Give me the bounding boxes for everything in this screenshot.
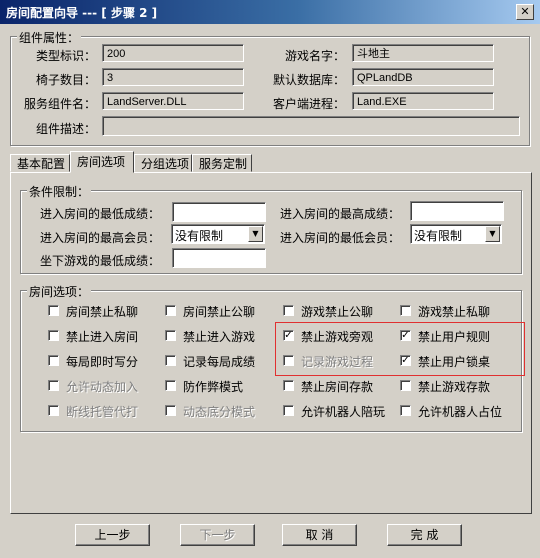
chair-count-field: 3 <box>102 68 244 86</box>
close-icon: ✕ <box>520 5 530 18</box>
checkmark-icon: ✓ <box>283 330 294 341</box>
room-option-label: 禁止房间存款 <box>301 380 374 394</box>
checkbox-box <box>48 380 59 391</box>
min-member-label: 进入房间的最低会员： <box>280 231 401 245</box>
sit-min-score-label: 坐下游戏的最低成绩： <box>40 254 161 268</box>
max-member-value: 没有限制 <box>175 229 224 243</box>
component-desc-label: 组件描述： <box>36 122 97 136</box>
service-component-field: LandServer.DLL <box>102 92 244 110</box>
room-option-label: 断线托管代打 <box>66 405 139 419</box>
checkmark-icon: ✓ <box>400 330 411 341</box>
room-option-label: 记录游戏过程 <box>301 355 374 369</box>
checkbox-box <box>165 305 176 316</box>
client-process-label: 客户端进程： <box>273 97 346 111</box>
max-member-label: 进入房间的最高会员： <box>40 231 161 245</box>
next-button[interactable]: 下一步 <box>180 524 255 546</box>
room-option-label: 游戏禁止公聊 <box>301 305 374 319</box>
room-option-label: 游戏禁止私聊 <box>418 305 491 319</box>
chevron-down-icon[interactable]: ▼ <box>248 226 263 242</box>
tab-service-custom[interactable]: 服务定制 <box>192 154 252 172</box>
min-score-label: 进入房间的最低成绩： <box>40 207 161 221</box>
conditions-legend: 条件限制： <box>27 183 92 200</box>
max-score-input[interactable] <box>410 201 504 221</box>
checkbox-box <box>400 405 411 416</box>
type-id-field: 200 <box>102 44 244 62</box>
checkbox-box <box>48 330 59 341</box>
room-option-label: 禁止用户规则 <box>418 330 491 344</box>
tab-group-options[interactable]: 分组选项 <box>134 154 192 172</box>
room-option-label: 允许机器人陪玩 <box>301 405 386 419</box>
max-score-label: 进入房间的最高成绩： <box>280 207 401 221</box>
room-option-label: 禁止游戏旁观 <box>301 330 374 344</box>
checkbox-box <box>165 330 176 341</box>
room-options-legend: 房间选项： <box>27 283 92 300</box>
room-option-label: 记录每局成绩 <box>183 355 256 369</box>
room-option-label: 允许动态加入 <box>66 380 139 394</box>
checkbox-box <box>165 380 176 391</box>
finish-button[interactable]: 完 成 <box>387 524 462 546</box>
game-name-label: 游戏名字： <box>285 49 346 63</box>
checkbox-box <box>283 355 294 366</box>
checkbox-box <box>165 405 176 416</box>
room-option-label: 禁止用户锁桌 <box>418 355 491 369</box>
min-member-value: 没有限制 <box>414 229 463 243</box>
room-option-label: 防作弊模式 <box>183 380 244 394</box>
min-score-input[interactable] <box>172 202 266 222</box>
checkbox-box <box>48 355 59 366</box>
room-option-label: 房间禁止私聊 <box>66 305 139 319</box>
checkbox-box <box>48 305 59 316</box>
game-name-field: 斗地主 <box>352 44 494 62</box>
checkbox-box <box>400 305 411 316</box>
checkmark-icon: ✓ <box>400 355 411 366</box>
room-option-label: 禁止进入游戏 <box>183 330 256 344</box>
checkbox-box <box>48 405 59 416</box>
window-title: 房间配置向导 --- [ 步骤 2 ] <box>6 6 158 20</box>
room-option-label: 禁止进入房间 <box>66 330 139 344</box>
sit-min-score-input[interactable] <box>172 248 266 268</box>
checkbox-box <box>283 405 294 416</box>
title-bar: 房间配置向导 --- [ 步骤 2 ] ✕ <box>0 0 540 24</box>
chevron-down-icon[interactable]: ▼ <box>485 226 500 242</box>
max-member-select[interactable]: 没有限制 ▼ <box>171 224 265 244</box>
room-option-label: 允许机器人占位 <box>418 405 503 419</box>
cancel-button[interactable]: 取 消 <box>282 524 357 546</box>
client-process-field: Land.EXE <box>352 92 494 110</box>
checkbox-box <box>165 355 176 366</box>
chair-count-label: 椅子数目： <box>36 73 97 87</box>
component-properties-legend: 组件属性： <box>17 29 82 46</box>
room-option-label: 每局即时写分 <box>66 355 139 369</box>
type-id-label: 类型标识： <box>36 49 97 63</box>
room-option-label: 禁止游戏存款 <box>418 380 491 394</box>
prev-button[interactable]: 上一步 <box>75 524 150 546</box>
service-component-label: 服务组件名： <box>24 97 97 111</box>
checkbox-box <box>283 305 294 316</box>
default-db-field: QPLandDB <box>352 68 494 86</box>
default-db-label: 默认数据库： <box>273 73 346 87</box>
component-desc-field <box>102 116 520 136</box>
tab-room-options[interactable]: 房间选项 <box>70 151 134 173</box>
min-member-select[interactable]: 没有限制 ▼ <box>410 224 502 244</box>
tab-basic-config[interactable]: 基本配置 <box>10 154 70 172</box>
checkbox-box <box>400 380 411 391</box>
close-button[interactable]: ✕ <box>516 4 534 20</box>
room-option-label: 房间禁止公聊 <box>183 305 256 319</box>
checkbox-box <box>283 380 294 391</box>
room-option-label: 动态底分模式 <box>183 405 256 419</box>
